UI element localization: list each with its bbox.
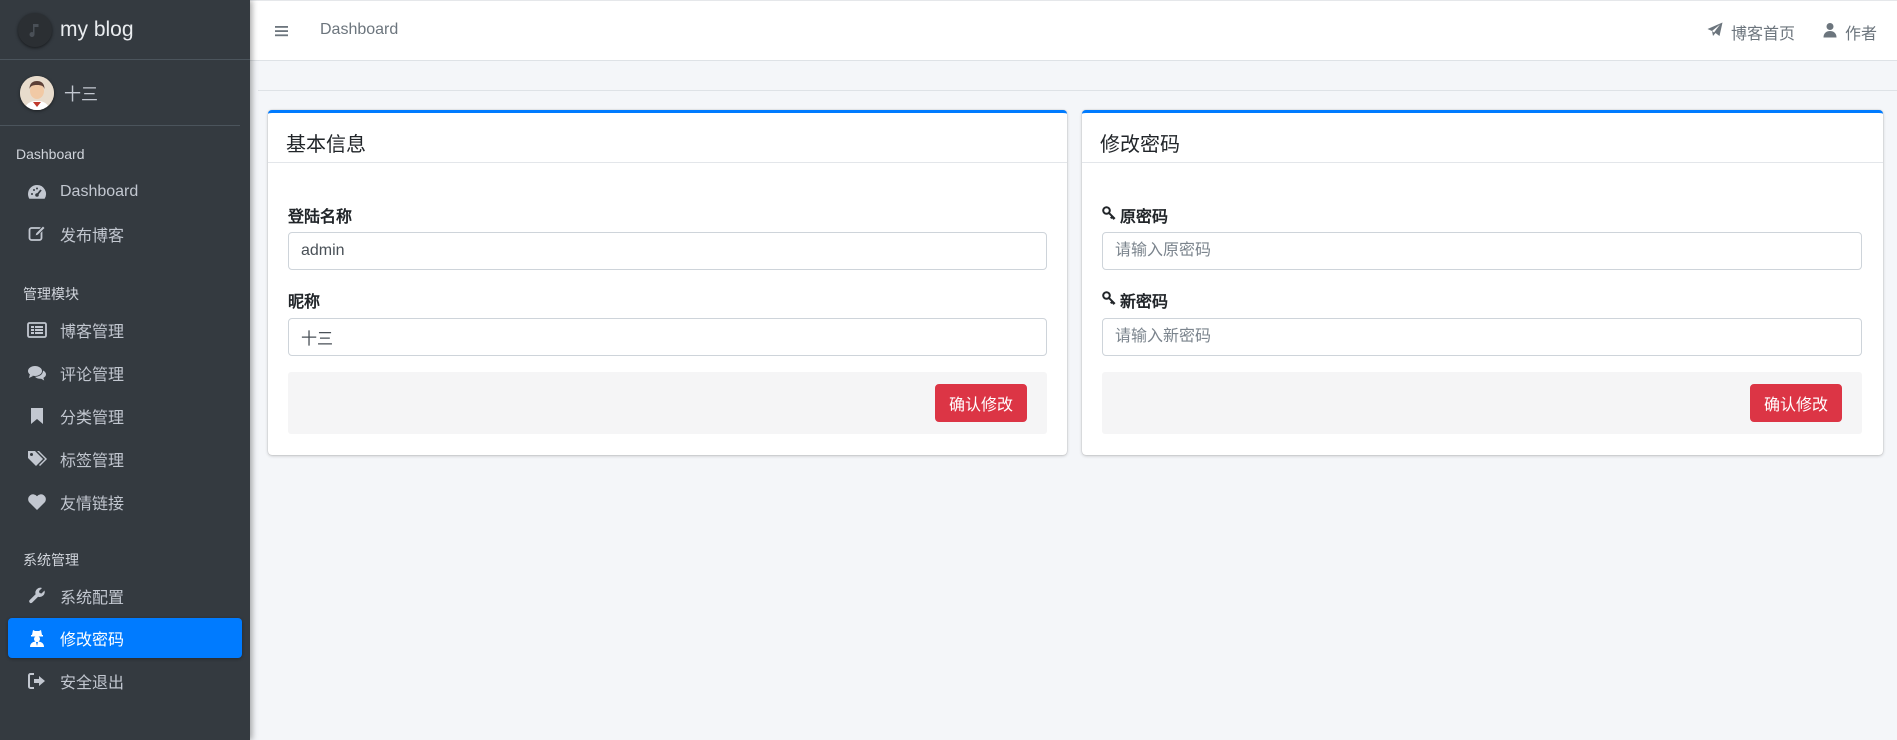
sidebar-item-category-management[interactable]: 分类管理 [8,396,242,436]
sidebar-item-comment-management[interactable]: 评论管理 [8,353,242,393]
brand-title: my blog [60,17,134,41]
sidebar-item-change-password[interactable]: 修改密码 [8,618,242,658]
sidebar-item-label: Dashboard [60,183,139,200]
bookmark-icon [26,406,48,426]
nickname-label: 昵称 [288,294,321,311]
hamburger-menu-icon[interactable] [274,21,290,41]
nav-header-system: 系统管理 [23,552,79,568]
sidebar-item-label: 分类管理 [60,410,125,427]
brand-logo-icon [18,12,52,47]
sidebar-item-blog-management[interactable]: 博客管理 [8,310,242,350]
sidebar-item-label: 博客管理 [60,324,125,341]
sidebar-item-label: 发布博客 [60,228,125,245]
sidebar-item-label: 安全退出 [60,675,125,692]
sign-out-icon [26,671,48,691]
nav-header-management: 管理模块 [23,286,79,302]
sidebar-item-dashboard[interactable]: Dashboard [8,172,242,212]
paper-plane-icon [1707,22,1723,43]
confirm-basic-info-button[interactable]: 确认修改 [934,384,1027,422]
card-footer: 确认修改 [1102,372,1862,434]
old-password-input[interactable] [1102,232,1862,270]
list-icon [26,320,48,340]
heart-icon [26,492,48,512]
author-link[interactable]: 作者 [1823,20,1877,44]
login-name-input[interactable] [288,232,1047,270]
user-panel[interactable]: 十三 [0,60,240,126]
blog-home-link[interactable]: 博客首页 [1707,20,1795,44]
card-title: 基本信息 [268,113,1067,163]
sidebar-item-label: 友情链接 [60,496,125,513]
breadcrumb[interactable]: Dashboard [320,21,398,39]
avatar [20,75,54,110]
sidebar-item-label: 标签管理 [60,453,125,470]
nickname-input[interactable] [288,318,1047,356]
edit-icon [26,224,48,244]
sidebar: my blog 十三 Dashboard Dashboard 发布博客 管理模块… [0,0,250,740]
login-name-label: 登陆名称 [288,209,353,226]
change-password-card: 修改密码 原密码 新密码 确认修改 [1082,110,1883,455]
sidebar-item-label: 评论管理 [60,367,125,384]
old-password-label: 原密码 [1102,203,1168,227]
tachometer-icon [26,182,48,202]
blog-home-label: 博客首页 [1730,26,1795,43]
user-icon [1823,22,1837,43]
sidebar-item-friend-links[interactable]: 友情链接 [8,482,242,522]
sidebar-item-system-config[interactable]: 系统配置 [8,576,242,616]
basic-info-card: 基本信息 登陆名称 昵称 确认修改 [268,110,1067,455]
new-password-label: 新密码 [1102,288,1168,312]
top-navbar: Dashboard 博客首页 作者 [250,0,1897,61]
tags-icon [26,449,48,469]
old-password-label-text: 原密码 [1120,209,1169,226]
comments-icon [26,363,48,383]
key-icon [1102,290,1116,310]
new-password-input[interactable] [1102,318,1862,356]
user-secret-icon [26,628,48,648]
card-title: 修改密码 [1082,113,1883,163]
sidebar-item-publish-blog[interactable]: 发布博客 [8,214,242,254]
key-icon [1102,205,1116,225]
new-password-label-text: 新密码 [1120,294,1169,311]
brand-link[interactable]: my blog [0,0,250,60]
sidebar-item-label: 系统配置 [60,590,125,607]
wrench-icon [26,586,48,606]
sidebar-item-logout[interactable]: 安全退出 [8,661,242,701]
card-footer: 确认修改 [288,372,1047,434]
user-name: 十三 [64,85,98,104]
confirm-password-button[interactable]: 确认修改 [1749,384,1842,422]
sidebar-item-tag-management[interactable]: 标签管理 [8,439,242,479]
sidebar-item-label: 修改密码 [60,632,125,649]
content-header-divider [258,90,1897,91]
author-label: 作者 [1844,26,1877,43]
nav-header-dashboard: Dashboard [16,146,85,162]
